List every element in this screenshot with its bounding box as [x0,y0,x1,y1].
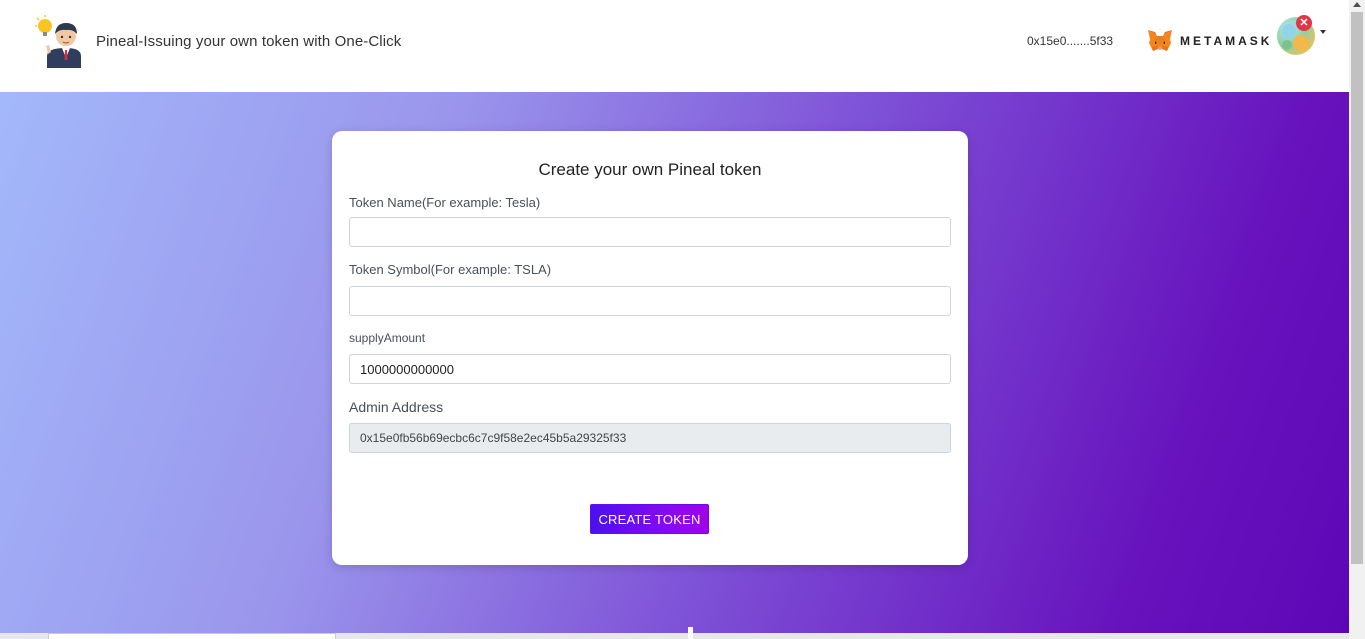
chevron-down-icon[interactable] [1320,30,1326,34]
top-navbar: Pineal-Issuing your own token with One-C… [0,0,1349,92]
metamask-brand-label[interactable]: METAMASK [1180,34,1272,48]
businessman-lightbulb-icon[interactable] [33,14,85,68]
scrollbar-thumb[interactable] [1351,12,1363,564]
create-token-button[interactable]: CREATE TOKEN [590,504,709,534]
admin-address-label: Admin Address [349,399,444,415]
app-title: Pineal-Issuing your own token with One-C… [96,33,402,50]
create-token-card: Create your own Pineal token Token Name(… [332,131,968,565]
scroll-up-arrow-icon[interactable] [1353,2,1361,7]
supply-amount-input[interactable] [349,354,951,384]
wallet-address[interactable]: 0x15e0.......5f33 [1027,34,1113,48]
token-name-label: Token Name(For example: Tesla) [349,195,541,210]
bottom-tab[interactable] [48,633,336,639]
token-symbol-label: Token Symbol(For example: TSLA) [349,262,552,277]
admin-address-field [349,423,951,453]
token-symbol-input[interactable] [349,286,951,316]
metamask-fox-icon[interactable] [1146,29,1174,53]
token-name-input[interactable] [349,217,951,247]
form-title: Create your own Pineal token [538,160,762,179]
close-icon[interactable]: ✕ [1296,15,1312,31]
bottom-marker [688,627,693,639]
supply-amount-label: supplyAmount [349,331,426,345]
